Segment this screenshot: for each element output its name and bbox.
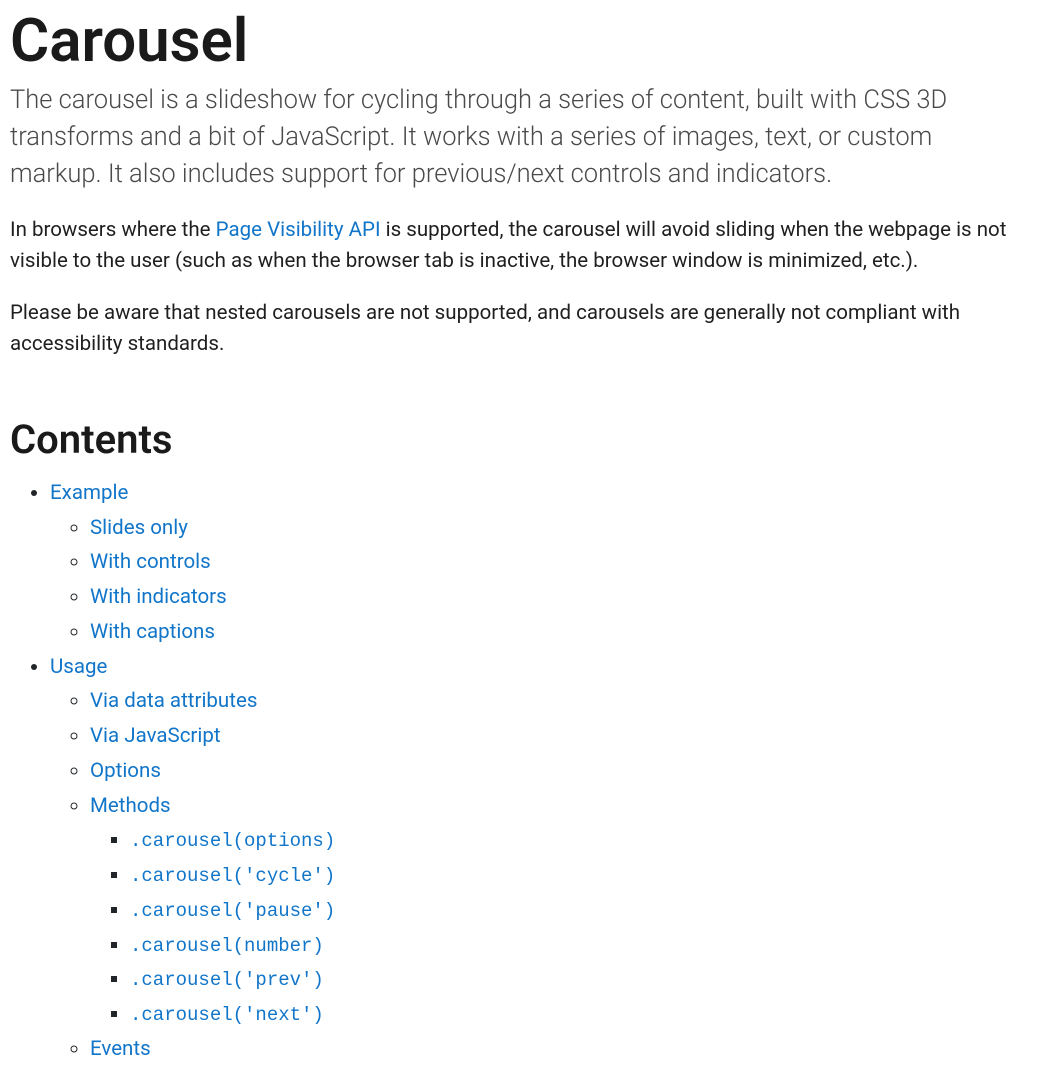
code-text: .carousel('prev'): [130, 969, 324, 991]
toc-link-carousel-number[interactable]: .carousel(number): [130, 933, 324, 957]
para1-prefix: In browsers where the: [10, 218, 216, 242]
code-text: .carousel(options): [130, 830, 335, 852]
code-text: .carousel('pause'): [130, 900, 335, 922]
toc-link-events[interactable]: Events: [90, 1037, 151, 1061]
toc-item: .carousel('pause'): [130, 895, 1054, 926]
page-title: Carousel: [10, 8, 1054, 74]
toc-item: With indicators: [90, 582, 1054, 613]
toc-item-methods: Methods .carousel(options) .carousel('cy…: [90, 791, 1054, 1030]
body-paragraph-1: In browsers where the Page Visibility AP…: [10, 215, 1054, 277]
toc-item: Events: [90, 1034, 1054, 1065]
toc-item-usage: Usage Via data attributes Via JavaScript…: [50, 652, 1054, 1065]
page-visibility-api-link[interactable]: Page Visibility API: [216, 218, 381, 242]
toc-link-via-javascript[interactable]: Via JavaScript: [90, 724, 221, 748]
toc-item: .carousel('prev'): [130, 964, 1054, 995]
toc-link-with-controls[interactable]: With controls: [90, 550, 211, 574]
toc-link-via-data-attributes[interactable]: Via data attributes: [90, 689, 257, 713]
toc-item: With controls: [90, 547, 1054, 578]
toc-item: Options: [90, 756, 1054, 787]
toc-link-carousel-pause[interactable]: .carousel('pause'): [130, 898, 335, 922]
toc-item: Via data attributes: [90, 686, 1054, 717]
toc-link-options[interactable]: Options: [90, 759, 161, 783]
toc-link-methods[interactable]: Methods: [90, 794, 171, 818]
toc-link-carousel-prev[interactable]: .carousel('prev'): [130, 967, 324, 991]
lead-paragraph: The carousel is a slideshow for cycling …: [10, 82, 1020, 193]
toc-link-example[interactable]: Example: [50, 481, 128, 505]
code-text: .carousel(number): [130, 935, 324, 957]
toc-item: .carousel(number): [130, 930, 1054, 961]
toc-item: .carousel('cycle'): [130, 860, 1054, 891]
code-text: .carousel('cycle'): [130, 865, 335, 887]
toc-link-carousel-next[interactable]: .carousel('next'): [130, 1002, 324, 1026]
toc-item: .carousel(options): [130, 825, 1054, 856]
code-text: .carousel('next'): [130, 1004, 324, 1026]
body-paragraph-2: Please be aware that nested carousels ar…: [10, 298, 1054, 360]
toc-link-carousel-options[interactable]: .carousel(options): [130, 828, 335, 852]
toc-item-example: Example Slides only With controls With i…: [50, 478, 1054, 648]
toc-item: With captions: [90, 617, 1054, 648]
table-of-contents: Example Slides only With controls With i…: [10, 478, 1054, 1065]
toc-link-with-indicators[interactable]: With indicators: [90, 585, 227, 609]
toc-item: .carousel('next'): [130, 999, 1054, 1030]
toc-link-with-captions[interactable]: With captions: [90, 620, 215, 644]
toc-item: Via JavaScript: [90, 721, 1054, 752]
toc-link-slides-only[interactable]: Slides only: [90, 516, 188, 540]
toc-link-usage[interactable]: Usage: [50, 655, 107, 679]
contents-heading: Contents: [10, 410, 1054, 470]
toc-link-carousel-cycle[interactable]: .carousel('cycle'): [130, 863, 335, 887]
toc-item: Slides only: [90, 513, 1054, 544]
